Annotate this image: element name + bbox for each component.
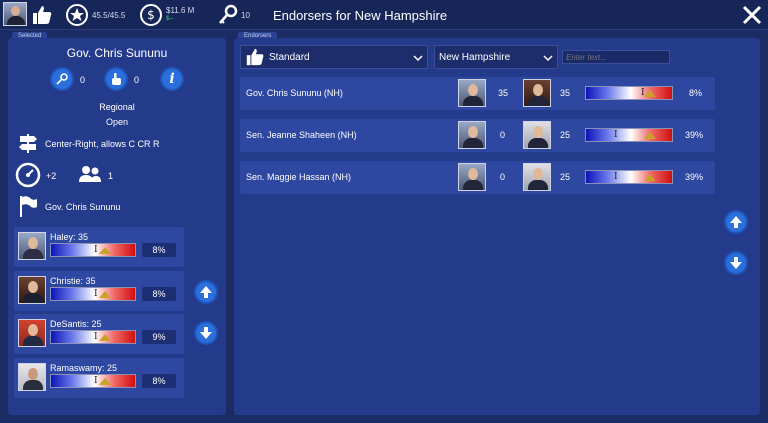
info-icon: i <box>169 71 175 87</box>
top-bar: 45.5/45.5 $ $11.6 M $-- 10 Endorsers for… <box>0 0 768 30</box>
selected-name: Gov. Chris Sununu <box>66 46 168 60</box>
endorser-pct: 8% <box>689 88 703 98</box>
ideology-label: Center-Right, allows C CR R <box>45 139 160 149</box>
endorser-name: Gov. Chris Sununu (NH) <box>246 88 343 98</box>
money-icon: $ <box>140 4 162 26</box>
candidate-pct: 8% <box>142 243 176 257</box>
candidate-portrait <box>18 276 46 304</box>
candidate-card[interactable]: Christie: 35 I 8% <box>14 271 184 311</box>
endorser-portrait-2 <box>523 163 551 191</box>
candidate-card[interactable]: DeSantis: 25 I 9% <box>14 314 184 354</box>
endorser-value-1: 35 <box>498 88 509 98</box>
money-amount: $11.6 M <box>166 6 195 15</box>
support-meter: I <box>585 128 673 142</box>
endorsers-panel: Standard New Hampshire Gov. Chris Sununu… <box>234 38 760 415</box>
candidate-pct: 8% <box>142 374 176 388</box>
candidate-pct: 9% <box>142 330 176 344</box>
clicks-count: 0 <box>134 75 140 85</box>
star-badge-icon <box>66 4 88 26</box>
page-title: Endorsers for New Hampshire <box>272 8 448 23</box>
candidate-card[interactable]: Haley: 35 I 8% <box>14 227 184 267</box>
support-meter: I <box>585 86 673 100</box>
status-label: Open <box>105 117 129 127</box>
speedometer-icon <box>15 162 41 188</box>
candidate-label: Ramaswamy: 25 <box>50 363 118 373</box>
ideology-score: 45.5/45.5 <box>92 10 126 20</box>
endorser-portrait-1 <box>458 163 486 191</box>
support-meter: I <box>50 287 136 301</box>
keys-button[interactable] <box>50 67 74 91</box>
endorser-portrait-1 <box>458 79 486 107</box>
candidate-portrait <box>18 319 46 347</box>
key-icon <box>219 4 238 24</box>
endorser-row[interactable]: Gov. Chris Sununu (NH) 35 35 I 8% <box>240 77 715 110</box>
candidate-label: Christie: 35 <box>50 276 96 286</box>
support-meter: I <box>585 170 673 184</box>
endorser-portrait-2 <box>523 79 551 107</box>
endorser-value-2: 25 <box>560 130 571 140</box>
click-button[interactable] <box>104 67 128 91</box>
type-select-value: Standard <box>269 51 310 63</box>
thumbs-up-icon[interactable] <box>31 4 53 26</box>
signpost-icon <box>19 134 37 153</box>
scroll-down-button[interactable] <box>194 321 218 345</box>
endorser-name: Sen. Jeanne Shaheen (NH) <box>246 130 357 140</box>
endorser-row[interactable]: Sen. Maggie Hassan (NH) 0 25 I 39% <box>240 161 715 194</box>
keys-count: 10 <box>241 10 250 20</box>
speed-bonus: +2 <box>46 171 57 181</box>
region-label: Regional <box>99 102 135 112</box>
state-select[interactable]: New Hampshire <box>434 45 558 69</box>
candidate-pct: 8% <box>142 287 176 301</box>
endorser-value-2: 35 <box>560 88 571 98</box>
scroll-down-button[interactable] <box>724 251 748 275</box>
money-delta: $-- <box>166 16 174 22</box>
candidate-card[interactable]: Ramaswamy: 25 I 8% <box>14 358 184 398</box>
scroll-up-button[interactable] <box>724 210 748 234</box>
keys-count: 0 <box>80 75 86 85</box>
endorser-value-1: 0 <box>500 130 506 140</box>
followers-count: 1 <box>108 171 114 181</box>
support-meter: I <box>50 330 136 344</box>
support-meter: I <box>50 374 136 388</box>
endorser-value-1: 0 <box>500 172 506 182</box>
endorser-portrait-1 <box>458 121 486 149</box>
candidate-label: DeSantis: 25 <box>50 319 102 329</box>
endorser-row[interactable]: Sen. Jeanne Shaheen (NH) 0 25 I 39% <box>240 119 715 152</box>
flag-icon <box>20 196 37 217</box>
key-icon <box>56 73 68 85</box>
arrow-up-icon <box>730 216 742 228</box>
endorser-name: Sen. Maggie Hassan (NH) <box>246 172 352 182</box>
arrow-down-icon <box>730 257 742 269</box>
close-icon[interactable] <box>740 3 764 27</box>
endorser-pct: 39% <box>685 172 704 182</box>
arrow-up-icon <box>200 286 212 298</box>
svg-text:$: $ <box>147 8 155 22</box>
state-select-value: New Hampshire <box>439 51 511 63</box>
candidate-label: Haley: 35 <box>50 232 89 242</box>
search-input[interactable] <box>562 50 670 64</box>
player-avatar[interactable] <box>3 2 27 26</box>
hand-pointer-icon <box>112 73 121 85</box>
type-select[interactable]: Standard <box>240 45 428 69</box>
thumbs-up-icon <box>246 48 264 66</box>
chevron-down-icon <box>413 55 423 62</box>
selected-panel: Gov. Chris Sununu 0 0 i Regional Open Ce… <box>8 38 226 415</box>
endorser-value-2: 25 <box>560 172 571 182</box>
endorser-portrait-2 <box>523 121 551 149</box>
scroll-up-button[interactable] <box>194 280 218 304</box>
candidate-portrait <box>18 232 46 260</box>
arrow-down-icon <box>200 327 212 339</box>
endorsed-by-label: Gov. Chris Sununu <box>45 202 121 212</box>
chevron-down-icon <box>543 55 553 62</box>
candidate-portrait <box>18 363 46 391</box>
info-button[interactable]: i <box>160 67 184 91</box>
endorser-pct: 39% <box>685 130 704 140</box>
followers-icon <box>79 166 101 182</box>
support-meter: I <box>50 243 136 257</box>
